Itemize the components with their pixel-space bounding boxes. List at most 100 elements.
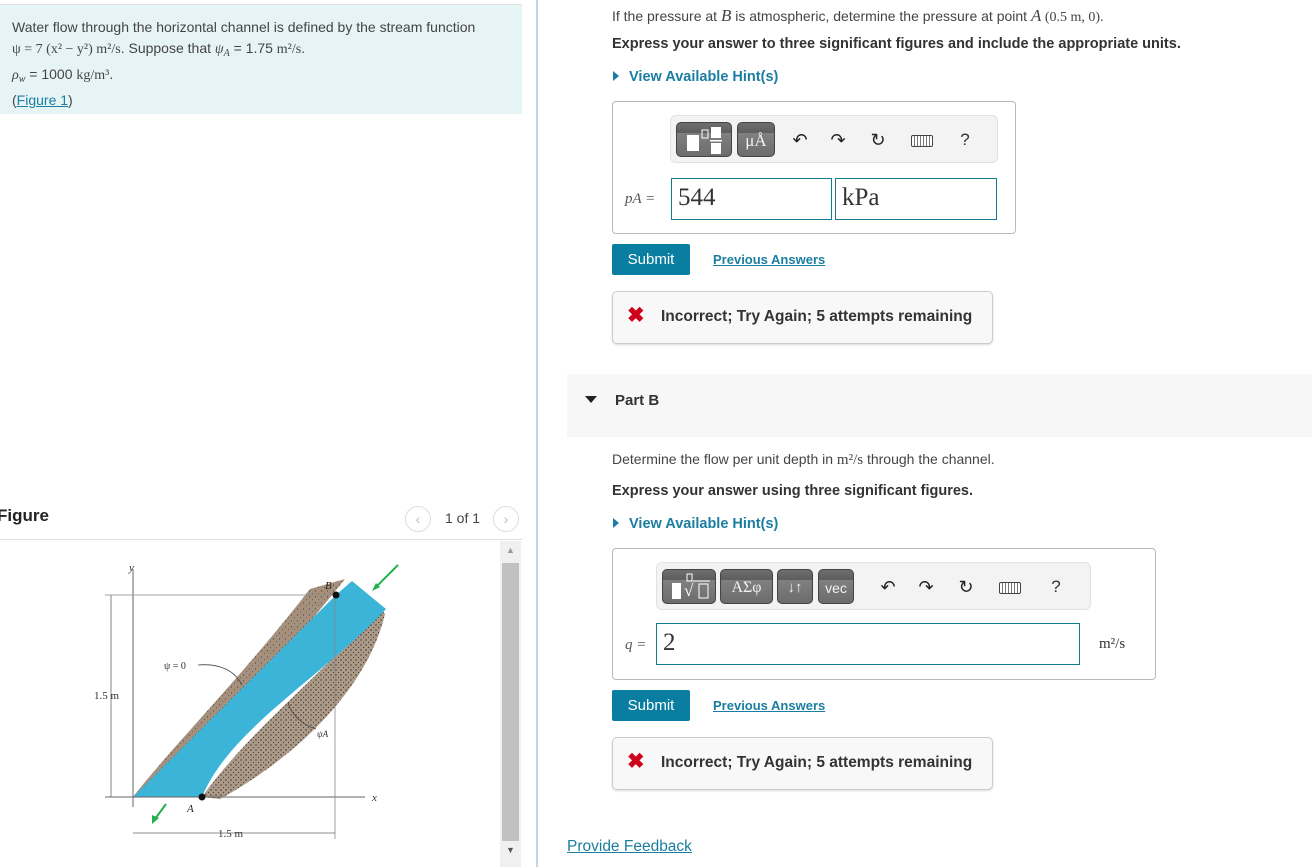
part-b-instruction: Express your answer using three signific…: [612, 483, 973, 499]
rho-value: = 1000: [25, 66, 77, 82]
part-b-math-toolbar: √ ΑΣφ ↓↑ vec ↶ ↷ ↻ ?: [656, 562, 1091, 610]
greek-icon: ΑΣφ: [731, 579, 762, 596]
figure-link[interactable]: Figure 1: [17, 92, 68, 108]
part-b-previous-answers-link[interactable]: Previous Answers: [713, 698, 825, 713]
point-B-label: B: [325, 580, 332, 592]
pa-unit-input[interactable]: kPa: [835, 178, 997, 220]
templates-button[interactable]: [676, 122, 732, 157]
part-b-question: Determine the flow per unit depth in m²/…: [612, 451, 995, 469]
q-value-input[interactable]: 2: [656, 623, 1080, 665]
pa-symbol: pA =: [625, 191, 656, 207]
intro-text: . Suppose that: [120, 40, 215, 56]
figure-viewport: y x B A ψ = 0 ψA 1.5 m 1.5 m: [0, 541, 522, 867]
part-a-instruction: Express your answer to three significant…: [612, 36, 1181, 52]
intro-line-2: ψ = 7 (x² − y²) m²/s. Suppose that ψA = …: [12, 38, 512, 64]
caret-down-icon[interactable]: [585, 396, 597, 403]
feedback-message: Incorrect; Try Again; 5 attempts remaini…: [661, 308, 973, 325]
part-a-feedback: ✖ Incorrect; Try Again; 5 attempts remai…: [612, 291, 993, 344]
part-a-answer-box: μÅ ↶ ↷ ↻ ? pA = 544 kPa: [612, 101, 1016, 234]
problem-pane: Water flow through the horizontal channe…: [0, 0, 537, 867]
psi-a-label: ψA: [317, 729, 329, 739]
pa-value-input[interactable]: 544: [671, 178, 832, 220]
q-symbol: q =: [625, 637, 647, 653]
hint-label: View Available Hint(s): [629, 69, 779, 85]
point-A-marker: [198, 793, 206, 801]
figure-title: Figure: [0, 506, 49, 525]
keyboard-icon[interactable]: [911, 135, 933, 147]
scroll-down-arrow-icon[interactable]: ▼: [500, 845, 521, 859]
point-b-symbol: B: [720, 6, 732, 25]
q-unit: m²/s: [1099, 636, 1126, 652]
q-label: q =: [625, 636, 646, 654]
vec-icon: vec: [825, 580, 847, 596]
pane-divider[interactable]: [536, 0, 538, 867]
problem-statement: Water flow through the horizontal channe…: [0, 4, 522, 114]
undo-icon[interactable]: ↶: [788, 128, 812, 152]
part-b-header[interactable]: Part B: [567, 374, 1312, 437]
pa-label: pA =: [625, 190, 655, 208]
reset-icon[interactable]: ↻: [866, 128, 890, 152]
provide-feedback-link[interactable]: Provide Feedback: [567, 838, 692, 856]
part-b-submit-button[interactable]: Submit: [612, 690, 690, 721]
undo-icon[interactable]: ↶: [876, 575, 900, 599]
psi-symbol: ψ: [214, 42, 224, 57]
period: .: [109, 66, 114, 82]
question-text: is atmospheric, determine the pressure a…: [731, 8, 1031, 24]
part-b-hints-toggle[interactable]: View Available Hint(s): [613, 516, 778, 532]
point-B-marker: [332, 591, 340, 599]
part-a-previous-answers-link[interactable]: Previous Answers: [713, 252, 825, 267]
question-unit: m²/s: [836, 452, 864, 468]
question-text: Determine the flow per unit depth in: [612, 451, 837, 467]
x-axis-label: x: [371, 792, 377, 804]
stream-function: ψ = 7 (x² − y²) m²/s: [12, 42, 121, 57]
inflow-arrow: [375, 564, 399, 588]
reset-icon[interactable]: ↻: [954, 575, 978, 599]
scroll-up-arrow-icon[interactable]: ▲: [500, 545, 521, 559]
outflow-arrow: [154, 803, 167, 820]
question-text: through the channel.: [863, 451, 995, 467]
units-button[interactable]: μÅ: [737, 122, 775, 157]
figure-header: Figure ‹ 1 of 1 ›: [0, 500, 522, 540]
psi-a-unit: m²/s: [276, 42, 302, 57]
scroll-thumb[interactable]: [502, 563, 519, 841]
point-A-label: A: [186, 803, 194, 815]
redo-icon[interactable]: ↷: [914, 575, 938, 599]
previous-figure-button[interactable]: ‹: [405, 506, 431, 532]
figure-pager-count: 1 of 1: [445, 510, 481, 526]
rho-unit: kg/m³: [76, 68, 110, 83]
keyboard-icon[interactable]: [999, 582, 1021, 594]
hint-label: View Available Hint(s): [629, 516, 779, 532]
vector-button[interactable]: vec: [818, 569, 854, 604]
period: .: [301, 40, 306, 56]
part-b-title: Part B: [615, 392, 660, 409]
width-dimension-label: 1.5 m: [218, 828, 244, 840]
chevron-right-icon: ›: [503, 511, 509, 527]
arrows-button[interactable]: ↓↑: [777, 569, 813, 604]
incorrect-x-icon: ✖: [627, 304, 645, 327]
chevron-left-icon: ‹: [415, 511, 421, 527]
intro-line-3: ρw = 1000 kg/m³.: [12, 64, 512, 90]
units-icon: μÅ: [745, 131, 767, 150]
caret-right-icon: [613, 71, 619, 81]
part-b-feedback: ✖ Incorrect; Try Again; 5 attempts remai…: [612, 737, 993, 790]
part-a-submit-button[interactable]: Submit: [612, 244, 690, 275]
greek-letters-button[interactable]: ΑΣφ: [720, 569, 773, 604]
part-a-hints-toggle[interactable]: View Available Hint(s): [613, 69, 778, 85]
next-figure-button[interactable]: ›: [493, 506, 519, 532]
part-a-question: If the pressure at B is atmospheric, det…: [612, 6, 1104, 26]
part-a-math-toolbar: μÅ ↶ ↷ ↻ ?: [670, 115, 998, 163]
fraction-template-icon: [687, 127, 722, 154]
caret-right-icon: [613, 518, 619, 528]
incorrect-x-icon: ✖: [627, 750, 645, 773]
svg-text:√: √: [684, 581, 694, 600]
question-text: If the pressure at: [612, 8, 721, 24]
psi-zero-label: ψ = 0: [164, 661, 186, 672]
intro-line-1: Water flow through the horizontal channe…: [12, 19, 476, 35]
root-template-icon: √: [672, 573, 710, 600]
redo-icon[interactable]: ↷: [826, 128, 850, 152]
figure-scrollbar[interactable]: ▲ ▼: [500, 541, 521, 867]
help-button[interactable]: ?: [953, 128, 977, 152]
channel-figure: y x B A ψ = 0 ψA 1.5 m 1.5 m: [94, 562, 399, 840]
templates-button[interactable]: √: [662, 569, 716, 604]
help-button[interactable]: ?: [1044, 575, 1068, 599]
